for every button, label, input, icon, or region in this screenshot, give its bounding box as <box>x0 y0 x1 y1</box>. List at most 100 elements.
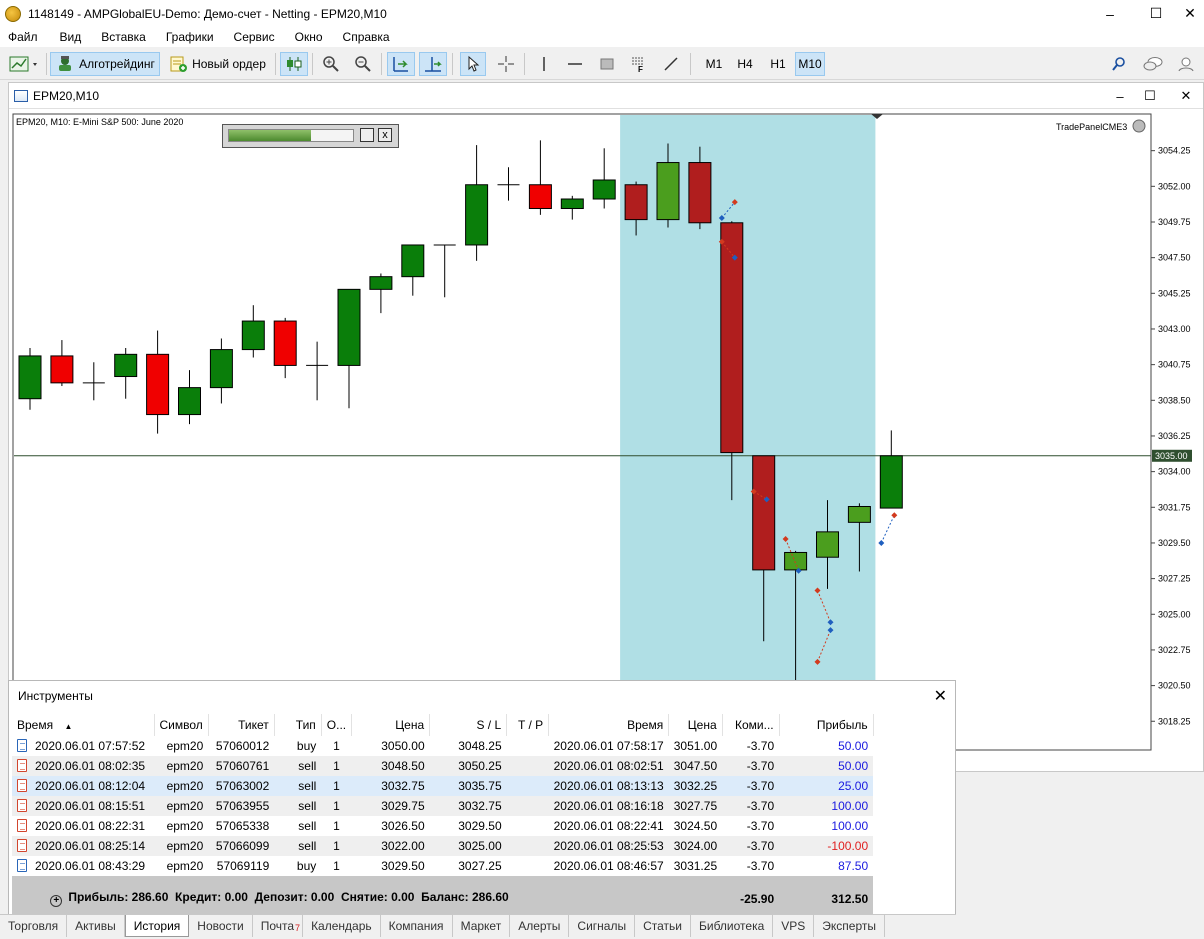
menu-tools[interactable]: Сервис <box>222 30 283 44</box>
cursor-arrow-icon <box>468 55 480 72</box>
crosshair-tool-button[interactable] <box>493 52 519 76</box>
tab-8[interactable]: Алерты <box>510 915 570 937</box>
timeframe-h1-button[interactable]: H1 <box>764 52 792 76</box>
menu-help[interactable]: Справка <box>331 30 398 44</box>
col-profit[interactable]: Прибыль <box>779 714 874 736</box>
volume-cell: 1 <box>321 796 352 816</box>
candlestick-view-button[interactable] <box>280 52 308 76</box>
volume-cell: 1 <box>321 776 352 796</box>
algo-trading-label: Алготрейдинг <box>79 57 155 71</box>
history-row[interactable]: 2020.06.01 08:15:51 epm20 57063955 sell 1 302… <box>12 796 874 816</box>
widget-close-button[interactable]: x <box>378 128 392 142</box>
commission-cell: -3.70 <box>722 776 780 796</box>
col-commission[interactable]: Коми... <box>722 714 780 736</box>
col-open-time[interactable]: Время ▲ <box>12 714 155 736</box>
profile-button[interactable] <box>1176 52 1202 76</box>
menu-view[interactable]: Вид <box>46 30 90 44</box>
tab-13[interactable]: Эксперты <box>814 915 885 937</box>
expert-status-icon[interactable] <box>1132 119 1146 133</box>
horizontal-line-button[interactable] <box>563 52 587 76</box>
current-price-label: 3035.00 <box>1155 451 1188 461</box>
vertical-line-button[interactable] <box>532 52 556 76</box>
open-time-cell: 2020.06.01 08:25:14 <box>12 836 154 856</box>
tab-5[interactable]: Календарь <box>303 915 381 937</box>
col-open-price[interactable]: Цена <box>351 714 431 736</box>
cursor-tool-button[interactable] <box>460 52 486 76</box>
tab-12[interactable]: VPS <box>773 915 815 937</box>
tab-label: Сигналы <box>577 919 627 933</box>
type-cell: sell <box>274 756 322 776</box>
trade-panel-widget[interactable]: x <box>222 124 399 148</box>
chart-shift-button[interactable] <box>419 52 447 76</box>
history-row[interactable]: 2020.06.01 08:22:31 epm20 57065338 sell 1 302… <box>12 816 873 836</box>
menu-charts[interactable]: Графики <box>154 30 222 44</box>
menu-window[interactable]: Окно <box>283 30 331 44</box>
price-chart[interactable]: 3054.25 3052.00 3049.75 3047.50 3045.25 3043.… <box>9 110 1203 772</box>
expand-icon[interactable]: + <box>50 895 63 907</box>
close-time-cell: 2020.06.01 08:02:51 <box>548 756 669 776</box>
col-close-price[interactable]: Цена <box>668 714 723 736</box>
new-order-button[interactable]: Новый ордер <box>164 52 270 76</box>
tab-9[interactable]: Сигналы <box>569 915 636 937</box>
new-chart-button[interactable] <box>6 52 42 76</box>
col-volume[interactable]: О... <box>321 714 353 736</box>
chart-maximize-button[interactable]: ☐ <box>1133 83 1167 109</box>
tab-4[interactable]: Почта 7 <box>253 915 304 937</box>
col-close-time[interactable]: Время <box>548 714 670 736</box>
col-sl[interactable]: S / L <box>429 714 508 736</box>
history-row[interactable]: 2020.06.01 08:02:35 epm20 57060761 sell 1 304… <box>12 756 874 776</box>
menu-insert[interactable]: Вставка <box>89 30 154 44</box>
tab-7[interactable]: Маркет <box>453 915 511 937</box>
tab-3[interactable]: Новости <box>189 915 253 937</box>
history-row[interactable]: 2020.06.01 08:12:04 epm20 57063002 sell 1 303… <box>12 776 874 796</box>
ticket-cell: 57066099 <box>208 836 275 856</box>
history-row[interactable]: 2020.06.01 08:25:14 epm20 57066099 sell 1 302… <box>12 836 874 856</box>
close-window-button[interactable]: ✕ <box>1167 0 1204 27</box>
zoom-out-button[interactable] <box>350 52 376 76</box>
symbol-cell: epm20 <box>154 756 209 776</box>
sell-order-icon <box>17 799 27 812</box>
symbol-cell: epm20 <box>154 796 209 816</box>
history-row[interactable]: 2020.06.01 08:43:29 epm20 57069119 buy 1 3029… <box>12 856 873 876</box>
col-type[interactable]: Тип <box>274 714 322 736</box>
tp-cell <box>506 756 549 776</box>
symbol-cell: epm20 <box>166 859 204 873</box>
autoscroll-button[interactable] <box>387 52 415 76</box>
tab-1[interactable]: Активы <box>67 915 125 937</box>
summary-text: Прибыль: 286.60 Кредит: 0.00 Депозит: 0.… <box>68 890 509 904</box>
buy-order-icon <box>17 739 27 752</box>
col-symbol[interactable]: Символ <box>154 714 209 736</box>
col-ticket[interactable]: Тикет <box>208 714 275 736</box>
minimize-button[interactable]: – <box>1087 0 1133 27</box>
tab-0[interactable]: Торговля <box>0 915 68 937</box>
chat-button[interactable] <box>1140 52 1166 76</box>
chart-close-button[interactable]: ✕ <box>1169 83 1203 109</box>
timeframe-m10-button[interactable]: M10 <box>795 52 825 76</box>
widget-maximize-button[interactable] <box>360 128 374 142</box>
symbol-cell: epm20 <box>166 819 204 833</box>
candle-body <box>720 222 744 454</box>
algo-trading-button[interactable]: Алготрейдинг <box>50 52 160 76</box>
timeframe-h4-button[interactable]: H4 <box>731 52 759 76</box>
ticket-cell: 57060012 <box>215 739 270 753</box>
timeframe-m1-button[interactable]: M1 <box>700 52 728 76</box>
tab-2[interactable]: История <box>124 915 190 937</box>
history-row[interactable]: 2020.06.01 07:57:52 epm20 57060012 buy 1 3050… <box>12 736 873 756</box>
rectangle-tool-button[interactable] <box>595 52 619 76</box>
tab-11[interactable]: Библиотека <box>691 915 774 937</box>
chart-minimize-button[interactable]: – <box>1103 83 1137 109</box>
search-button[interactable] <box>1107 52 1131 76</box>
trendline-tool-button[interactable] <box>659 52 683 76</box>
menu-file[interactable]: Файл <box>0 30 46 44</box>
toolbox-close-button[interactable]: ✕ <box>934 686 947 706</box>
tp-cell <box>506 776 549 796</box>
tab-10[interactable]: Статьи <box>635 915 691 937</box>
tab-label: Активы <box>75 919 116 933</box>
col-tp[interactable]: T / P <box>506 714 550 736</box>
y-tick-label: 3054.25 <box>1158 146 1191 156</box>
fibonacci-tool-button[interactable]: F <box>626 52 650 76</box>
zoom-in-button[interactable] <box>318 52 344 76</box>
close-time-cell: 2020.06.01 08:22:41 <box>553 819 664 833</box>
close-time-cell: 2020.06.01 07:58:17 <box>553 739 664 753</box>
tab-6[interactable]: Компания <box>381 915 453 937</box>
